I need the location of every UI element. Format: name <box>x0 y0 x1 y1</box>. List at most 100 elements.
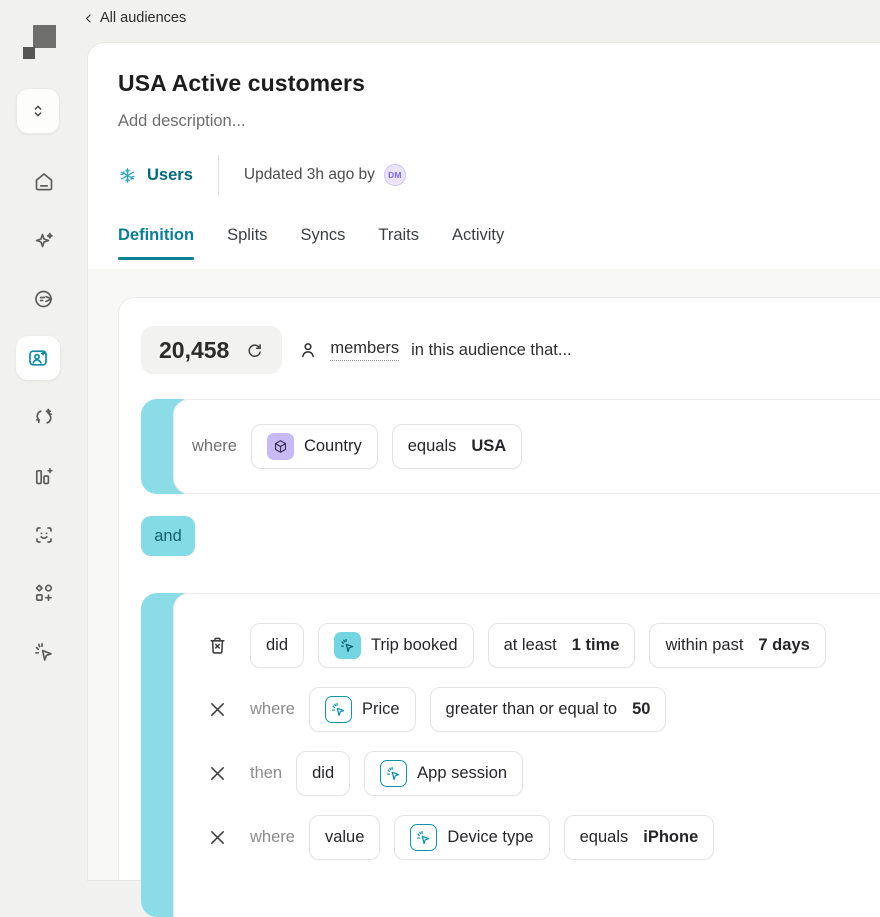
home-icon <box>32 170 56 194</box>
condition-row-price: where Price greater than or equal to 50 <box>204 687 880 732</box>
event-label: App session <box>417 764 507 783</box>
remove-condition-button[interactable] <box>204 699 230 720</box>
tab-definition[interactable]: Definition <box>118 226 194 260</box>
tab-syncs[interactable]: Syncs <box>300 226 345 260</box>
property-chip-device-type[interactable]: Device type <box>394 815 549 860</box>
property-label: Country <box>304 437 362 456</box>
magic-cursor-icon <box>32 640 56 664</box>
operator-chip-equals-iphone[interactable]: equalsiPhone <box>564 815 715 860</box>
audience-card-icon <box>26 346 50 370</box>
window-label: within past <box>665 636 743 655</box>
event-chip-trip-booked[interactable]: Trip booked <box>318 623 474 668</box>
operator-value: 50 <box>632 700 650 719</box>
connections-icon <box>32 287 56 311</box>
member-count-pill: 20,458 <box>141 326 282 374</box>
page-title: USA Active customers <box>118 70 365 97</box>
person-icon <box>298 340 318 360</box>
property-label: Device type <box>447 828 533 847</box>
operator-chip-gte-50[interactable]: greater than or equal to 50 <box>430 687 667 732</box>
cube-icon <box>267 433 294 460</box>
tab-traits[interactable]: Traits <box>378 226 419 260</box>
updated-text: Updated 3h ago by <box>244 166 375 184</box>
face-scan-icon <box>32 523 56 547</box>
meta-row: Users Updated 3h ago by DM <box>118 162 406 188</box>
operator-value: USA <box>471 437 506 456</box>
sidebar-item-profiles[interactable] <box>26 513 62 557</box>
close-icon <box>207 827 228 848</box>
breadcrumb-label: All audiences <box>100 10 186 26</box>
definition-panel: 20,458 members in this audience that... … <box>88 269 880 880</box>
condition-prefix: where <box>250 828 295 847</box>
trash-icon <box>207 635 228 656</box>
property-label: Price <box>362 700 400 719</box>
users-space-icon <box>118 166 137 185</box>
close-icon <box>207 699 228 720</box>
remove-condition-button[interactable] <box>204 827 230 848</box>
delete-group-button[interactable] <box>204 635 230 656</box>
space-link-users[interactable]: Users <box>118 166 193 185</box>
member-count: 20,458 <box>159 337 229 364</box>
shapes-icon <box>32 581 56 605</box>
sidebar-item-audiences[interactable] <box>16 336 60 380</box>
condition-row: where Country equals USA <box>173 399 880 494</box>
condition-prefix: where <box>250 700 295 719</box>
condition-row-device: where value Device type equalsiPhone <box>204 815 880 860</box>
condition-row-event: did Trip booked at least 1 time <box>204 623 880 668</box>
verb-chip-did[interactable]: did <box>250 623 304 668</box>
audience-detail-card: USA Active customers Add description... … <box>88 43 880 880</box>
operator-chip-equals-usa[interactable]: equals USA <box>392 424 522 469</box>
close-icon <box>207 763 228 784</box>
property-chip-country[interactable]: Country <box>251 424 378 469</box>
chevron-left-icon <box>82 12 95 25</box>
members-link[interactable]: members <box>330 339 399 361</box>
sidebar-item-analytics[interactable] <box>26 454 62 498</box>
audience-builder-card: 20,458 members in this audience that... … <box>118 297 880 880</box>
space-label: Users <box>147 166 193 185</box>
divider <box>218 155 219 195</box>
condition-group-1: where Country equals USA <box>141 399 880 494</box>
event-cursor-icon <box>325 696 352 723</box>
chevron-up-down-icon <box>29 102 47 120</box>
sparkle-icon <box>32 229 56 253</box>
value-chip[interactable]: value <box>309 815 380 860</box>
segment-logo <box>23 25 57 59</box>
tab-splits[interactable]: Splits <box>227 226 267 260</box>
workspace-switcher-button[interactable] <box>16 88 60 134</box>
members-suffix: in this audience that... <box>411 341 572 360</box>
window-value: 7 days <box>758 636 809 655</box>
frequency-chip[interactable]: at least 1 time <box>488 623 636 668</box>
sidebar-item-journeys[interactable] <box>26 395 62 439</box>
condition-row-then: then did App session <box>204 751 880 796</box>
event-condition-card: did Trip booked at least 1 time <box>173 593 880 917</box>
and-connector[interactable]: and <box>141 516 195 556</box>
member-count-row: 20,458 members in this audience that... <box>141 326 880 374</box>
condition-prefix: where <box>192 437 237 456</box>
journeys-loop-icon <box>32 405 56 429</box>
condition-prefix: then <box>250 764 282 783</box>
frequency-value: 1 time <box>572 636 620 655</box>
sidebar-item-catalog[interactable] <box>26 571 62 615</box>
property-chip-price[interactable]: Price <box>309 687 416 732</box>
sidebar-item-home[interactable] <box>26 160 62 204</box>
remove-condition-button[interactable] <box>204 763 230 784</box>
event-chip-app-session[interactable]: App session <box>364 751 523 796</box>
event-cursor-icon <box>334 632 361 659</box>
operator-label: equals <box>580 828 629 847</box>
description-placeholder[interactable]: Add description... <box>118 112 246 131</box>
breadcrumb-all-audiences[interactable]: All audiences <box>82 10 186 26</box>
sidebar-item-connections[interactable] <box>26 277 62 321</box>
event-cursor-icon <box>380 760 407 787</box>
event-label: Trip booked <box>371 636 458 655</box>
bar-chart-icon <box>32 464 56 488</box>
operator-label: equals <box>408 437 457 456</box>
avatar[interactable]: DM <box>384 164 406 186</box>
tab-activity[interactable]: Activity <box>452 226 504 260</box>
time-window-chip[interactable]: within past 7 days <box>649 623 825 668</box>
verb-chip-did[interactable]: did <box>296 751 350 796</box>
operator-label: greater than or equal to <box>446 700 618 719</box>
sidebar-item-activation[interactable] <box>26 630 62 674</box>
frequency-label: at least <box>504 636 557 655</box>
refresh-icon[interactable] <box>245 341 264 360</box>
sidebar <box>0 0 88 880</box>
sidebar-item-ai-assistant[interactable] <box>26 219 62 263</box>
